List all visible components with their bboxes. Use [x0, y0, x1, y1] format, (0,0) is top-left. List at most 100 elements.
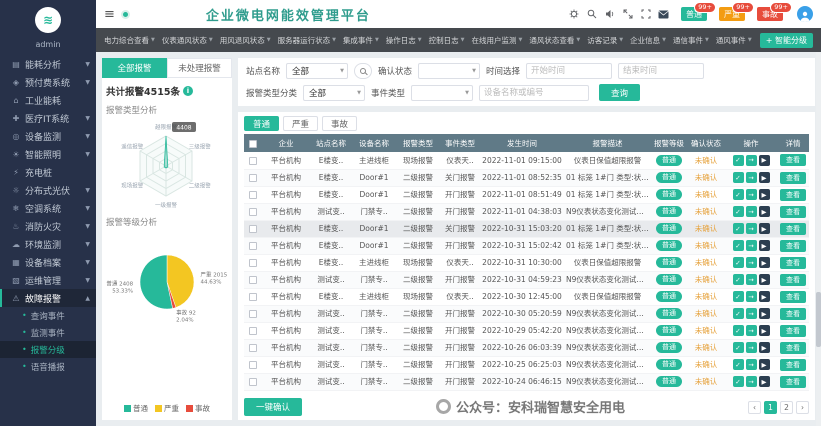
sidebar-item-13[interactable]: ⚠ 故障报警 ▲	[0, 289, 96, 307]
start-time-input[interactable]	[526, 63, 613, 79]
forward-icon[interactable]: →	[745, 154, 757, 166]
confirm-icon[interactable]: ✓	[732, 342, 744, 353]
sidebar-item-0[interactable]: ▤ 能耗分析 ▼	[0, 55, 96, 73]
smart-grading-button[interactable]: + 智能分级	[759, 32, 813, 48]
site-search-button[interactable]	[354, 63, 373, 79]
confirm-status-select[interactable]: ▼	[418, 63, 481, 79]
row-checkbox[interactable]	[249, 225, 257, 233]
video-icon[interactable]: ▶	[758, 291, 770, 302]
confirm-icon[interactable]: ✓	[732, 376, 744, 387]
forward-icon[interactable]: →	[745, 359, 757, 370]
forward-icon[interactable]: →	[745, 325, 757, 336]
row-checkbox[interactable]	[249, 156, 257, 165]
end-time-input[interactable]	[618, 63, 705, 79]
menu-toggle-icon[interactable]: ≡	[104, 7, 115, 22]
page-scrollbar[interactable]	[816, 52, 821, 426]
video-icon[interactable]: ▶	[758, 154, 770, 166]
confirm-icon[interactable]: ✓	[732, 308, 744, 319]
forward-icon[interactable]: →	[745, 240, 757, 251]
sidebar-subitem-1[interactable]: • 监测事件	[0, 324, 96, 341]
sidebar-item-6[interactable]: ⚡ 充电桩	[0, 163, 96, 181]
sidebar-item-9[interactable]: ♨ 消防火灾 ▼	[0, 217, 96, 235]
sidebar-subitem-3[interactable]: • 语音播报	[0, 358, 96, 375]
row-checkbox[interactable]	[249, 344, 257, 352]
forward-icon[interactable]: →	[745, 291, 757, 302]
navbar-item-8[interactable]: 通风状态查看 ▼	[529, 35, 580, 46]
confirm-icon[interactable]: ✓	[732, 240, 744, 251]
volume-icon[interactable]	[604, 9, 615, 20]
sidebar-item-10[interactable]: ☁ 环境监测 ▼	[0, 235, 96, 253]
alarm-count-button-0[interactable]: 普通 99+	[681, 2, 716, 21]
navbar-item-10[interactable]: 企业信息 ▼	[630, 35, 666, 46]
sidebar-item-8[interactable]: ❄ 空调系统 ▼	[0, 199, 96, 217]
video-icon[interactable]: ▶	[758, 172, 770, 183]
gear-icon[interactable]	[568, 9, 579, 20]
summary-tab-1[interactable]: 未处理报警	[167, 58, 232, 78]
confirm-icon[interactable]: ✓	[732, 274, 744, 285]
confirm-icon[interactable]: ✓	[732, 172, 744, 183]
expand-icon[interactable]	[622, 9, 633, 20]
alarm-type-select[interactable]: 全部 ▼	[303, 84, 366, 101]
navbar-item-3[interactable]: 服务器运行状态 ▼	[278, 35, 336, 46]
navbar-item-7[interactable]: 在线用户监测 ▼	[472, 35, 523, 46]
view-button[interactable]: 查看	[780, 222, 806, 235]
forward-icon[interactable]: →	[745, 223, 757, 234]
forward-icon[interactable]: →	[745, 342, 757, 353]
avatar[interactable]	[797, 6, 813, 22]
forward-icon[interactable]: →	[745, 308, 757, 319]
view-button[interactable]: 查看	[780, 307, 806, 320]
forward-icon[interactable]: →	[745, 189, 757, 200]
view-button[interactable]: 查看	[780, 154, 806, 167]
navbar-item-9[interactable]: 访客记录 ▼	[587, 35, 623, 46]
video-icon[interactable]: ▶	[758, 325, 770, 336]
video-icon[interactable]: ▶	[758, 257, 770, 268]
view-button[interactable]: 查看	[780, 341, 806, 354]
view-button[interactable]: 查看	[780, 324, 806, 337]
video-icon[interactable]: ▶	[758, 206, 770, 217]
sidebar-item-12[interactable]: ▧ 运维管理 ▼	[0, 271, 96, 289]
sidebar-item-7[interactable]: ☼ 分布式光伏 ▼	[0, 181, 96, 199]
mail-icon[interactable]	[658, 9, 669, 20]
navbar-item-1[interactable]: 仪表通风状态 ▼	[162, 35, 213, 46]
confirm-icon[interactable]: ✓	[732, 257, 744, 268]
scrollbar-thumb[interactable]	[816, 292, 821, 347]
navbar-item-5[interactable]: 操作日志 ▼	[386, 35, 422, 46]
fullscreen-icon[interactable]	[640, 9, 651, 20]
sidebar-subitem-2[interactable]: • 报警分级	[0, 341, 96, 358]
row-checkbox[interactable]	[249, 259, 257, 267]
view-button[interactable]: 查看	[780, 375, 806, 388]
select-all-checkbox[interactable]	[249, 139, 257, 148]
view-button[interactable]: 查看	[780, 188, 806, 201]
severity-tab-1[interactable]: 严重	[283, 116, 319, 131]
view-button[interactable]: 查看	[780, 256, 806, 269]
video-icon[interactable]: ▶	[758, 189, 770, 200]
row-checkbox[interactable]	[249, 310, 257, 318]
navbar-item-4[interactable]: 集成事件 ▼	[343, 35, 379, 46]
forward-icon[interactable]: →	[745, 274, 757, 285]
video-icon[interactable]: ▶	[758, 274, 770, 285]
sidebar-item-4[interactable]: ◎ 设备监测 ▼	[0, 127, 96, 145]
row-checkbox[interactable]	[249, 174, 257, 182]
video-icon[interactable]: ▶	[758, 308, 770, 319]
row-checkbox[interactable]	[249, 327, 257, 335]
next-page-button[interactable]: ›	[796, 400, 809, 414]
alarm-count-button-1[interactable]: 严重 99+	[719, 2, 754, 21]
severity-tab-0[interactable]: 普通	[244, 116, 280, 131]
sidebar-item-3[interactable]: ✚ 医疗IT系统 ▼	[0, 109, 96, 127]
view-button[interactable]: 查看	[780, 205, 806, 218]
sidebar-item-2[interactable]: ⌂ 工业能耗	[0, 91, 96, 109]
row-checkbox[interactable]	[249, 293, 257, 301]
sidebar-item-5[interactable]: ☀ 智能照明 ▼	[0, 145, 96, 163]
navbar-item-11[interactable]: 通信事件 ▼	[673, 35, 709, 46]
info-icon[interactable]: i	[182, 86, 193, 96]
view-button[interactable]: 查看	[780, 171, 806, 184]
navbar-item-2[interactable]: 用风退风状态 ▼	[220, 35, 271, 46]
site-name-select[interactable]: 全部 ▼	[286, 63, 349, 79]
confirm-icon[interactable]: ✓	[732, 291, 744, 302]
confirm-icon[interactable]: ✓	[732, 359, 744, 370]
row-checkbox[interactable]	[249, 242, 257, 250]
view-button[interactable]: 查看	[780, 273, 806, 286]
page-button-1[interactable]: 1	[764, 400, 777, 414]
confirm-icon[interactable]: ✓	[732, 154, 744, 166]
row-checkbox[interactable]	[249, 378, 257, 386]
